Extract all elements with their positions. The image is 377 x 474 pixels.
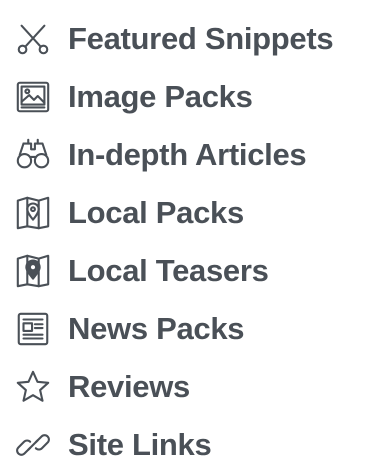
item-label: Local Packs [68,195,244,230]
list-item-local-teasers: Local Teasers [14,242,377,300]
item-label: Site Links [68,427,212,462]
serp-feature-list: Featured Snippets Image Packs In-depth A… [0,0,377,468]
image-icon [14,78,52,116]
map-pin-filled-icon [14,252,52,290]
item-label: Image Packs [68,79,253,114]
list-item-image-packs: Image Packs [14,68,377,126]
link-icon [14,426,52,464]
list-item-site-links: Site Links [14,416,377,474]
binoculars-icon [14,136,52,174]
list-item-news-packs: News Packs [14,300,377,358]
item-label: In-depth Articles [68,137,307,172]
newspaper-icon [14,310,52,348]
item-label: Reviews [68,369,190,404]
item-label: Local Teasers [68,253,269,288]
item-label: Featured Snippets [68,21,334,56]
list-item-in-depth-articles: In-depth Articles [14,126,377,184]
list-item-reviews: Reviews [14,358,377,416]
map-pin-icon [14,194,52,232]
scissors-icon [14,20,52,58]
list-item-local-packs: Local Packs [14,184,377,242]
item-label: News Packs [68,311,245,346]
star-icon [14,368,52,406]
list-item-featured-snippets: Featured Snippets [14,10,377,68]
